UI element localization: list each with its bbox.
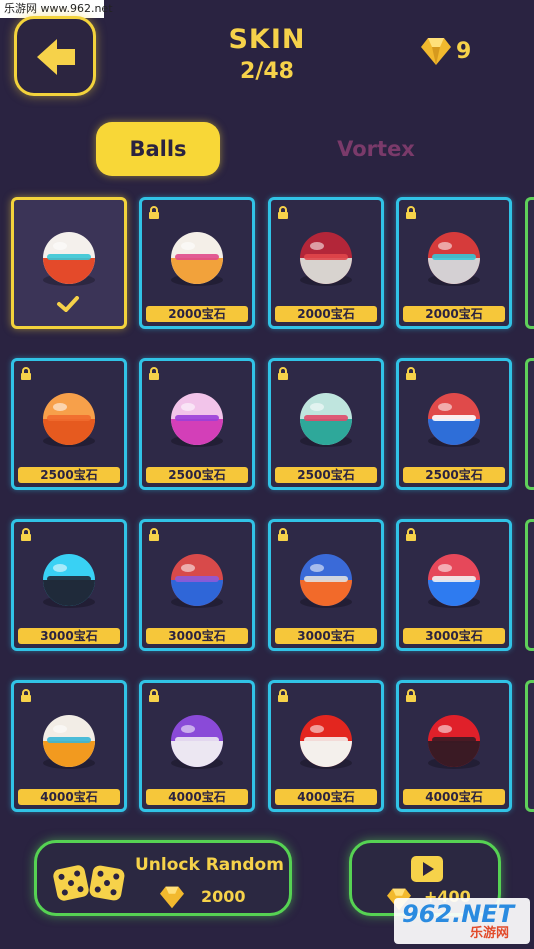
ball-skin-icon [300, 232, 352, 286]
gem-balance: 9 [420, 36, 471, 66]
lock-icon [406, 528, 416, 541]
lock-icon [406, 689, 416, 702]
lock-icon [406, 367, 416, 380]
ball-skin-icon [171, 715, 223, 769]
lock-icon [21, 689, 31, 702]
lock-icon [149, 528, 159, 541]
skin-price: 3000宝石 [275, 628, 377, 644]
skin-card-offscreen[interactable] [525, 358, 534, 490]
lock-icon [278, 528, 288, 541]
tab-vortex[interactable]: Vortex [316, 122, 436, 176]
skin-price: 4000宝石 [275, 789, 377, 805]
skin-price: 2000宝石 [275, 306, 377, 322]
ball-skin-icon [43, 393, 95, 447]
tab-balls[interactable]: Balls [96, 122, 220, 176]
skin-card[interactable]: 2000宝石 [139, 197, 255, 329]
lock-icon [21, 528, 31, 541]
unlock-random-button[interactable]: Unlock Random 2000 [34, 840, 292, 916]
skin-price: 3000宝石 [403, 628, 505, 644]
skin-price: 2000宝石 [146, 306, 248, 322]
watermark-logo-subtext: 乐游网 [470, 926, 510, 941]
skin-card[interactable]: 3000宝石 [11, 519, 127, 651]
skin-card[interactable]: 4000宝石 [11, 680, 127, 812]
skin-card[interactable]: 2500宝石 [139, 358, 255, 490]
unlock-random-label: Unlock Random [135, 855, 284, 875]
unlock-cost: 2000 [201, 887, 246, 906]
lock-icon [278, 367, 288, 380]
skin-price: 4000宝石 [18, 789, 120, 805]
skin-card[interactable]: 2500宝石 [268, 358, 384, 490]
dice-icon [53, 865, 125, 901]
skin-price: 2500宝石 [18, 467, 120, 483]
skin-card[interactable]: 3000宝石 [396, 519, 512, 651]
skin-price: 3000宝石 [18, 628, 120, 644]
play-video-icon [411, 856, 443, 882]
ball-skin-icon [43, 554, 95, 608]
site-watermark-logo: 962.NET 乐游网 [394, 898, 530, 944]
skin-card[interactable]: 2500宝石 [11, 358, 127, 490]
skin-price: 4000宝石 [146, 789, 248, 805]
skin-price: 2500宝石 [146, 467, 248, 483]
lock-icon [278, 689, 288, 702]
lock-icon [149, 206, 159, 219]
ball-skin-icon [428, 554, 480, 608]
lock-icon [149, 367, 159, 380]
ball-skin-icon [171, 232, 223, 286]
ball-skin-icon [300, 554, 352, 608]
skin-card-offscreen[interactable] [525, 680, 534, 812]
skin-price: 2500宝石 [403, 467, 505, 483]
ball-skin-icon [428, 393, 480, 447]
gem-count: 9 [456, 38, 472, 64]
skin-card-offscreen[interactable] [525, 197, 534, 329]
skin-card-offscreen[interactable] [525, 519, 534, 651]
skin-card[interactable]: 2000宝石 [268, 197, 384, 329]
skin-card[interactable]: 4000宝石 [396, 680, 512, 812]
skin-price: 2000宝石 [403, 306, 505, 322]
lock-icon [149, 689, 159, 702]
ball-skin-icon [300, 715, 352, 769]
ball-skin-icon [171, 554, 223, 608]
ball-skin-icon [300, 393, 352, 447]
skin-card[interactable]: 2500宝石 [396, 358, 512, 490]
skin-card[interactable]: 2000宝石 [396, 197, 512, 329]
checkmark-icon [57, 296, 79, 312]
ball-skin-icon [43, 715, 95, 769]
lock-icon [21, 367, 31, 380]
ball-skin-icon [428, 232, 480, 286]
skin-card[interactable]: 3000宝石 [268, 519, 384, 651]
skin-card[interactable]: 4000宝石 [139, 680, 255, 812]
skin-price: 4000宝石 [403, 789, 505, 805]
skin-price: 3000宝石 [146, 628, 248, 644]
ball-skin-icon [428, 715, 480, 769]
skin-card[interactable]: 3000宝石 [139, 519, 255, 651]
lock-icon [406, 206, 416, 219]
skin-price: 2500宝石 [275, 467, 377, 483]
skin-card[interactable]: 4000宝石 [268, 680, 384, 812]
ball-skin-icon [43, 232, 95, 286]
gem-icon [160, 886, 184, 909]
skin-card[interactable] [11, 197, 127, 329]
lock-icon [278, 206, 288, 219]
ball-skin-icon [171, 393, 223, 447]
gem-icon [421, 38, 451, 65]
